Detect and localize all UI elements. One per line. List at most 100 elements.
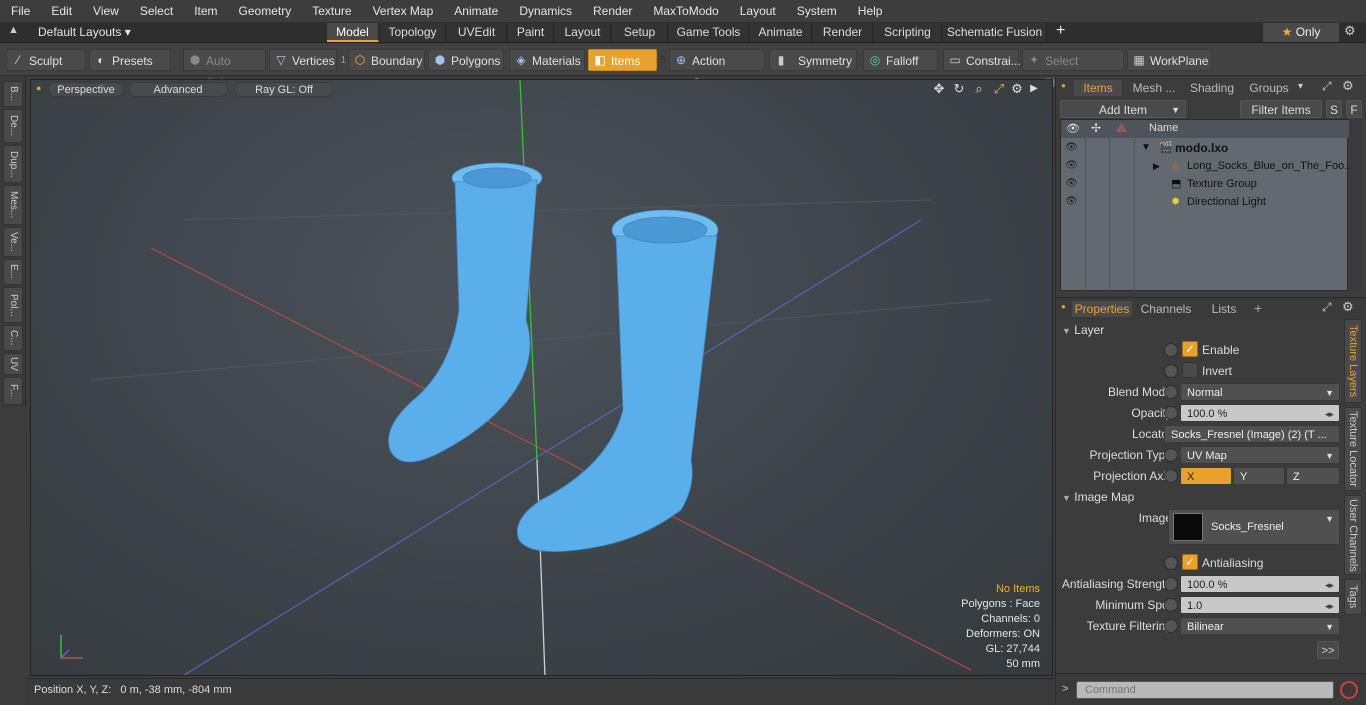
layout-selector[interactable]: Default Layouts ▾ xyxy=(30,24,139,41)
axis-z-button[interactable]: Z xyxy=(1286,467,1340,485)
tab-shading[interactable]: Shading xyxy=(1184,80,1240,96)
invert-dot[interactable] xyxy=(1164,364,1178,378)
polygons-button[interactable]: ⬢ Polygons xyxy=(428,49,504,71)
constraints-button[interactable]: ▭ Constrai... xyxy=(943,49,1021,71)
boundary-button[interactable]: ⬡ Boundary xyxy=(348,49,425,71)
menu-file[interactable]: File xyxy=(0,4,40,18)
maximize-icon[interactable]: ⤢ xyxy=(991,81,1007,97)
side-tab-texture-locator[interactable]: Texture Locator xyxy=(1344,407,1362,491)
tab-setup[interactable]: Setup xyxy=(612,23,668,42)
image-map-section[interactable]: ▼ Image Map xyxy=(1062,489,1134,505)
viewport-gear-icon[interactable]: ⚙ xyxy=(1009,81,1025,97)
min-spot-dot[interactable] xyxy=(1164,598,1178,612)
select-through-button[interactable]: ✦Select Through xyxy=(1022,49,1124,90)
aa-strength-dot[interactable] xyxy=(1164,577,1178,591)
left-tab-deform[interactable]: De... xyxy=(3,109,23,143)
antialiasing-dot[interactable] xyxy=(1164,556,1178,570)
image-select[interactable]: Socks_Fresnel ▼ xyxy=(1168,509,1340,545)
filter-items-button[interactable]: Filter Items xyxy=(1240,100,1322,118)
axis-y-button[interactable]: Y xyxy=(1233,467,1285,485)
left-tab-uv[interactable]: UV xyxy=(3,353,23,375)
sculpt-button[interactable]: ⁄ Sculpt xyxy=(6,49,86,71)
eye-icon[interactable]: 👁 xyxy=(1065,142,1078,154)
menu-geometry[interactable]: Geometry xyxy=(228,4,302,18)
invert-checkbox[interactable] xyxy=(1182,362,1198,378)
tab-schematic-fusion[interactable]: Schematic Fusion xyxy=(943,23,1047,42)
layer-section[interactable]: ▼ Layer xyxy=(1062,322,1104,338)
item-row-scene[interactable]: 👁 ▼ 🎬 modo.lxo xyxy=(1061,139,1349,157)
viewport-menu-dot-icon[interactable]: ● xyxy=(36,83,41,93)
projection-type-select[interactable]: UV Map ▼ xyxy=(1180,446,1340,464)
items-button[interactable]: ◧ Items 5 xyxy=(588,49,666,71)
expand-icon[interactable]: ⤢ xyxy=(1322,300,1332,315)
expand-icon[interactable]: ⤢ xyxy=(1322,79,1332,94)
left-tab-basic[interactable]: B... xyxy=(3,81,23,107)
texture-filtering-select[interactable]: Bilinear ▼ xyxy=(1180,617,1340,635)
left-tab-mesh[interactable]: Mes... xyxy=(3,185,23,225)
side-tab-user-channels[interactable]: User Channels xyxy=(1344,495,1362,575)
presets-button[interactable]: ◐ Presets xyxy=(89,49,171,71)
tab-items[interactable]: Items xyxy=(1074,80,1122,96)
item-row-texture-group[interactable]: 👁 ⬒ Texture Group xyxy=(1061,175,1349,193)
min-spot-slider[interactable]: 1.0 ◂▸ xyxy=(1180,596,1340,614)
pan-icon[interactable]: ✥ xyxy=(931,81,947,97)
left-tab-curve[interactable]: C... xyxy=(3,325,23,351)
tab-uvedit[interactable]: UVEdit xyxy=(447,23,507,42)
texture-filtering-dot[interactable] xyxy=(1164,619,1178,633)
projection-axis-dot[interactable] xyxy=(1164,469,1178,483)
raygl-button[interactable]: Ray GL: Off xyxy=(234,82,334,97)
action-center-button[interactable]: ⊕Action Center xyxy=(669,49,765,90)
blend-mode-select[interactable]: Normal ▼ xyxy=(1180,383,1340,401)
left-tab-vertex[interactable]: Ve... xyxy=(3,227,23,257)
tab-groups[interactable]: Groups xyxy=(1244,80,1294,96)
locator-select[interactable]: Socks_Fresnel (Image) (2) (T ... xyxy=(1164,425,1340,443)
tab-lists[interactable]: Lists xyxy=(1202,301,1246,317)
eye-icon[interactable]: 👁 xyxy=(1065,160,1078,172)
materials-button[interactable]: ◈ Materials xyxy=(509,49,585,71)
tab-channels[interactable]: Channels xyxy=(1138,301,1194,317)
enable-dot[interactable] xyxy=(1164,343,1178,357)
f-button[interactable]: F xyxy=(1346,100,1362,118)
tab-model[interactable]: Model xyxy=(327,23,379,42)
add-item-button[interactable]: Add Item ▼ xyxy=(1060,100,1186,118)
tab-scripting[interactable]: Scripting xyxy=(874,23,942,42)
menu-texture[interactable]: Texture xyxy=(301,4,361,18)
vertices-button[interactable]: ▽ Vertices 1 xyxy=(269,49,346,71)
menu-animate[interactable]: Animate xyxy=(443,4,508,18)
side-tab-texture-layers[interactable]: Texture Layers xyxy=(1344,319,1362,403)
props-gear-icon[interactable]: ⚙ xyxy=(1342,299,1354,315)
menu-help[interactable]: Help xyxy=(847,4,893,18)
item-list-scrollbar[interactable] xyxy=(1350,119,1362,291)
item-row-mesh[interactable]: 👁 ▶ ⟁ Long_Socks_Blue_on_The_Foo... xyxy=(1061,157,1353,175)
symmetry-button[interactable]: ▮ Symmetry xyxy=(769,49,857,71)
more-button[interactable]: >> xyxy=(1317,641,1339,659)
advanced-button[interactable]: Advanced xyxy=(128,82,228,97)
zoom-icon[interactable]: ⌕ xyxy=(971,81,987,97)
items-panel-dot-icon[interactable]: ● xyxy=(1061,81,1066,90)
expand-arrow-icon[interactable]: ▶ xyxy=(1153,157,1160,175)
left-tab-polygon[interactable]: Pol... xyxy=(3,287,23,323)
props-panel-dot-icon[interactable]: ● xyxy=(1061,302,1066,311)
axis-x-button[interactable]: X xyxy=(1180,467,1232,485)
menu-render[interactable]: Render xyxy=(582,4,642,18)
eye-icon[interactable]: 👁 xyxy=(1065,178,1078,190)
antialiasing-checkbox[interactable]: ✓ xyxy=(1182,554,1198,570)
collapse-icon[interactable]: ▲ xyxy=(8,24,19,36)
blend-mode-dot[interactable] xyxy=(1164,385,1178,399)
workplane-button[interactable]: ▦ WorkPlane xyxy=(1127,49,1212,71)
tab-animate[interactable]: Animate xyxy=(750,23,812,42)
tabs-dropdown-icon[interactable]: ▾ xyxy=(1298,81,1303,92)
tab-topology[interactable]: Topology xyxy=(380,23,446,42)
left-tab-edge[interactable]: E... xyxy=(3,259,23,285)
enable-checkbox[interactable]: ✓ xyxy=(1182,341,1198,357)
menu-item[interactable]: Item xyxy=(183,4,227,18)
tab-game-tools[interactable]: Game Tools xyxy=(669,23,749,42)
tab-layout[interactable]: Layout xyxy=(555,23,611,42)
auto-select-button[interactable]: ⬢Auto Select xyxy=(183,49,266,90)
viewport-arrow-icon[interactable]: ▶ xyxy=(1026,81,1042,97)
left-tab-duplicate[interactable]: Dup... xyxy=(3,145,23,183)
command-input[interactable] xyxy=(1076,681,1334,699)
expand-arrow-icon[interactable]: ▼ xyxy=(1141,139,1151,157)
tab-mesh[interactable]: Mesh ... xyxy=(1128,80,1180,96)
add-tab-button[interactable]: + xyxy=(1056,22,1065,40)
